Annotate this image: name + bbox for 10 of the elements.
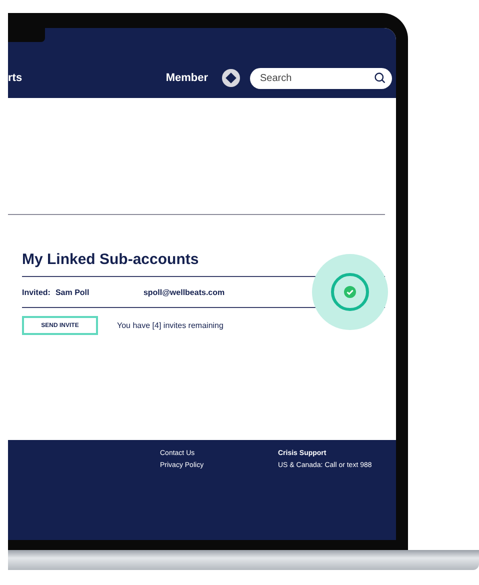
- search-icon[interactable]: [374, 72, 386, 84]
- check-icon: [344, 286, 356, 298]
- invitee-name: Sam Poll: [55, 288, 90, 296]
- search-field[interactable]: Search: [250, 68, 392, 89]
- member-link[interactable]: Member: [166, 67, 208, 89]
- invitee-email: spoll@wellbeats.com: [143, 288, 225, 296]
- invites-remaining-text: You have [4] invites remaining: [117, 321, 224, 330]
- section-title: My Linked Sub-accounts: [22, 251, 200, 268]
- status-label: Invited:: [22, 288, 50, 296]
- nav-link[interactable]: rts: [8, 67, 22, 89]
